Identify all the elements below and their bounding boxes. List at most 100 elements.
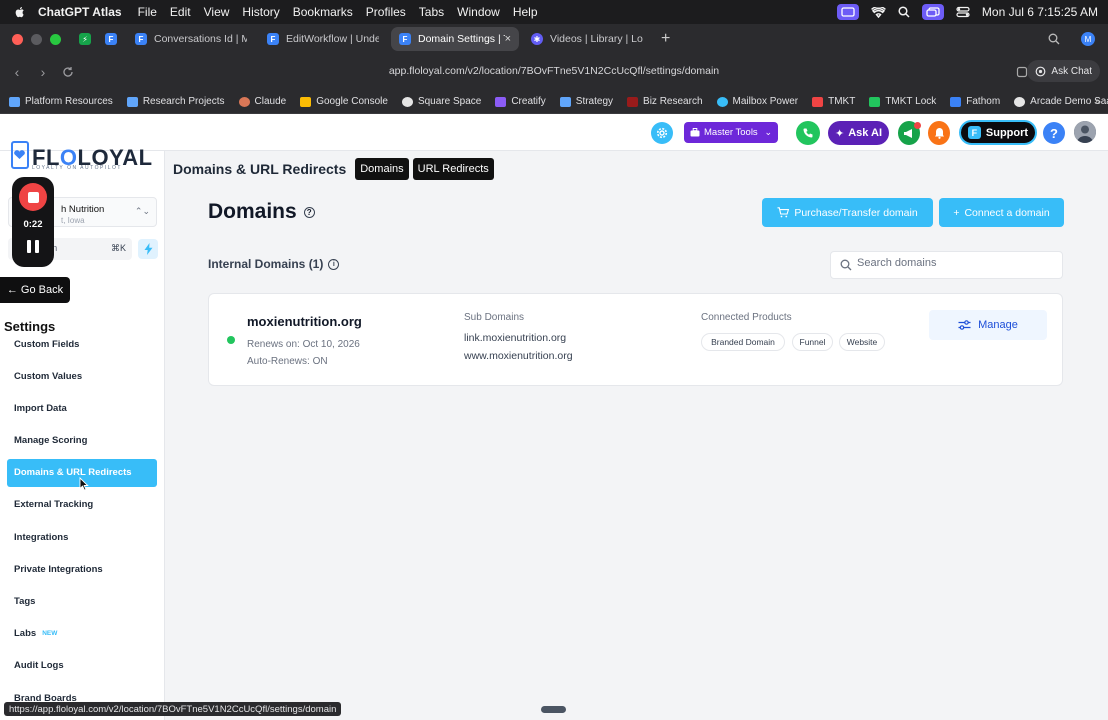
tab-loom-videos[interactable]: ✱ Videos | Library | Loom (523, 27, 651, 51)
settings-gear-button[interactable] (651, 122, 673, 144)
apple-icon[interactable] (13, 5, 27, 19)
tab-domain-settings[interactable]: F Domain Settings | Trus × (391, 27, 519, 51)
chevron-updown-icon: ⌃⌄ (134, 206, 150, 216)
folder-icon (9, 96, 20, 107)
menu-history[interactable]: History (242, 5, 279, 19)
sidebar-item-manage-scoring[interactable]: Manage Scoring (7, 427, 157, 455)
go-back-button[interactable]: ← Go Back (0, 277, 70, 303)
zoom-window-button[interactable] (50, 33, 61, 45)
tab-url-redirects[interactable]: URL Redirects (412, 158, 494, 180)
app-name-menu[interactable]: ChatGPT Atlas (38, 5, 122, 19)
quick-actions-button[interactable] (138, 239, 158, 259)
close-window-button[interactable] (12, 33, 23, 45)
minimize-window-button[interactable] (31, 33, 42, 45)
menu-file[interactable]: File (138, 5, 157, 19)
stop-recording-button[interactable] (19, 183, 47, 211)
tab-pinned-floloyal[interactable]: F (101, 27, 123, 51)
connected-products-label: Connected Products (701, 312, 792, 323)
logo-tagline: LOYALTY ON AUTOPILOT (32, 165, 122, 171)
floloyal-favicon-icon: F (399, 33, 411, 45)
bookmark-platform-resources[interactable]: Platform Resources (9, 96, 113, 107)
ask-ai-button[interactable]: ✦ Ask AI (828, 121, 889, 145)
wifi-icon[interactable] (871, 6, 886, 18)
product-chip-funnel: Funnel (792, 333, 833, 351)
menu-window[interactable]: Window (457, 5, 500, 19)
url-field[interactable]: app.floloyal.com/v2/location/7BOvFTne5V1… (0, 65, 1108, 77)
question-circle-icon[interactable]: ? (303, 206, 315, 218)
reader-icon[interactable] (1016, 66, 1028, 78)
bookmark-tmkt-lock[interactable]: TMKT Lock (869, 96, 936, 107)
purchase-transfer-button[interactable]: Purchase/Transfer domain (762, 198, 933, 227)
master-tools-dropdown[interactable]: Master Tools ⌄ (684, 122, 778, 143)
user-avatar[interactable] (1074, 121, 1096, 143)
bookmarks-bar: Platform Resources Research Projects Cla… (0, 90, 1108, 114)
bookmark-mailbox-power[interactable]: Mailbox Power (716, 96, 798, 107)
subdomains-label: Sub Domains (464, 312, 525, 323)
status-bar-url: https://app.floloyal.com/v2/location/7BO… (4, 702, 342, 716)
product-chip-branded-domain: Branded Domain (701, 333, 785, 351)
bookmark-creatify[interactable]: Creatify (495, 96, 546, 107)
sidebar-item-custom-values[interactable]: Custom Values (7, 362, 157, 390)
tmkt-lock-icon (869, 96, 881, 107)
pause-recording-button[interactable] (27, 240, 39, 253)
sidebar-item-external-tracking[interactable]: External Tracking (7, 491, 157, 519)
bookmark-square-space[interactable]: Square Space (401, 96, 481, 107)
page-title: Domains & URL Redirects (173, 161, 347, 177)
tab-search-icon[interactable] (1048, 33, 1060, 45)
sidebar-item-tags[interactable]: Tags (7, 588, 157, 616)
scroll-indicator[interactable] (541, 706, 566, 713)
info-circle-icon[interactable]: i (328, 258, 340, 270)
menubar-clock[interactable]: Mon Jul 6 7:15:25 AM (982, 5, 1098, 19)
sidebar-item-integrations[interactable]: Integrations (7, 523, 157, 551)
tab-domains[interactable]: Domains (355, 158, 409, 180)
sparkle-icon: ✦ (834, 127, 845, 140)
connect-domain-button[interactable]: + Connect a domain (939, 198, 1064, 227)
tab-edit-workflow[interactable]: F EditWorkflow | Undefin (259, 27, 387, 51)
bookmarks-overflow-icon[interactable]: » (1094, 96, 1100, 107)
sidebar-item-import-data[interactable]: Import Data (7, 394, 157, 422)
menu-bookmarks[interactable]: Bookmarks (293, 5, 353, 19)
screen-mirroring-icon[interactable] (836, 4, 859, 20)
floloyal-favicon-icon: F (135, 33, 147, 45)
sidebar-item-audit-logs[interactable]: Audit Logs (7, 652, 157, 680)
domain-name[interactable]: moxienutrition.org (247, 314, 362, 329)
subdomain-item[interactable]: link.moxienutrition.org (464, 332, 566, 344)
stage-manager-icon[interactable] (921, 4, 944, 20)
bookmark-tmkt[interactable]: TMKT (812, 96, 855, 107)
menu-view[interactable]: View (204, 5, 230, 19)
sidebar-item-labs[interactable]: Labs NEW (7, 620, 157, 648)
ask-chat-button[interactable]: Ask Chat (1027, 60, 1100, 82)
floloyal-logo[interactable]: FLOLOYAL LOYALTY ON AUTOPILOT (11, 141, 153, 171)
search-icon (840, 259, 852, 271)
menu-edit[interactable]: Edit (170, 5, 191, 19)
spotlight-search-icon[interactable] (898, 6, 910, 18)
sidebar-item-private-integrations[interactable]: Private Integrations (7, 555, 157, 583)
sidebar-item-custom-fields[interactable]: Custom Fields (7, 330, 157, 358)
control-center-icon[interactable] (956, 6, 970, 18)
notifications-button[interactable] (928, 121, 950, 145)
search-domains-input[interactable] (857, 257, 1057, 269)
tab-pinned-app[interactable]: ⚡ (75, 27, 97, 51)
bookmark-google-console[interactable]: Google Console (300, 96, 388, 107)
help-button[interactable]: ? (1043, 122, 1065, 144)
bookmark-fathom[interactable]: Fathom (950, 96, 1000, 107)
subdomain-item[interactable]: www.moxienutrition.org (464, 350, 573, 362)
profile-avatar-icon[interactable]: M (1081, 32, 1095, 46)
tab-conversations[interactable]: F Conversations Id | Mar (127, 27, 255, 51)
support-button[interactable]: F Support (959, 120, 1037, 145)
domain-card: moxienutrition.org Renews on: Oct 10, 20… (208, 293, 1063, 386)
close-tab-icon[interactable]: × (505, 33, 511, 45)
bookmark-research-projects[interactable]: Research Projects (126, 96, 225, 107)
menu-profiles[interactable]: Profiles (366, 5, 406, 19)
bookmark-strategy[interactable]: Strategy (559, 96, 613, 107)
bell-icon (934, 128, 944, 139)
product-chip-website: Website (839, 333, 885, 351)
bookmark-biz-research[interactable]: Biz Research (627, 96, 703, 107)
menu-tabs[interactable]: Tabs (419, 5, 444, 19)
manage-domain-button[interactable]: Manage (929, 310, 1047, 340)
menu-help[interactable]: Help (513, 5, 538, 19)
announcements-button[interactable] (898, 121, 921, 145)
phone-button[interactable] (796, 121, 820, 145)
new-tab-icon[interactable]: + (661, 30, 670, 48)
bookmark-claude[interactable]: Claude (238, 96, 286, 107)
